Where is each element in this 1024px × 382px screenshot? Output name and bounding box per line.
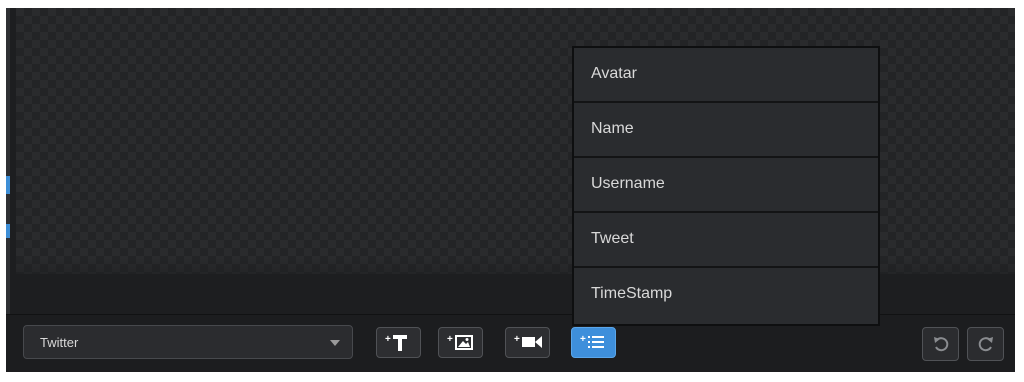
menu-item-label: Username	[591, 175, 665, 192]
menu-item-tweet[interactable]: Tweet	[574, 213, 878, 268]
add-text-button[interactable]: +	[376, 327, 421, 358]
add-video-button[interactable]: +	[505, 327, 550, 358]
menu-item-name[interactable]: Name	[574, 103, 878, 158]
menu-item-label: TimeStamp	[591, 285, 673, 302]
text-T-icon	[393, 335, 407, 351]
chevron-down-icon	[330, 340, 340, 346]
menu-item-label: Tweet	[591, 230, 634, 247]
list-icon	[588, 336, 604, 348]
plus-label: +	[580, 334, 586, 345]
video-camera-icon	[522, 336, 542, 348]
undo-button[interactable]	[922, 327, 959, 361]
plus-label: +	[385, 334, 391, 345]
menu-item-avatar[interactable]: Avatar	[574, 48, 878, 103]
plus-label: +	[447, 334, 453, 345]
left-edge-marker	[6, 176, 10, 194]
source-select-value: Twitter	[40, 335, 79, 350]
menu-item-label: Name	[591, 120, 634, 137]
menu-item-timestamp[interactable]: TimeStamp	[574, 268, 878, 323]
overlay-editor: Twitter + + + + Avatar Name Username Twe…	[6, 8, 1015, 372]
menu-item-username[interactable]: Username	[574, 158, 878, 213]
add-field-button[interactable]: +	[571, 327, 616, 358]
source-select[interactable]: Twitter	[23, 325, 353, 359]
undo-icon	[934, 337, 949, 352]
left-edge-marker	[6, 224, 10, 238]
app-frame: Twitter + + + + Avatar Name Username Twe…	[0, 0, 1024, 382]
plus-label: +	[514, 334, 520, 345]
add-image-button[interactable]: +	[438, 327, 483, 358]
redo-button[interactable]	[967, 327, 1004, 361]
redo-icon	[978, 337, 993, 352]
image-icon	[455, 335, 473, 350]
menu-item-label: Avatar	[591, 65, 637, 82]
field-dropdown-menu: Avatar Name Username Tweet TimeStamp	[572, 46, 880, 326]
